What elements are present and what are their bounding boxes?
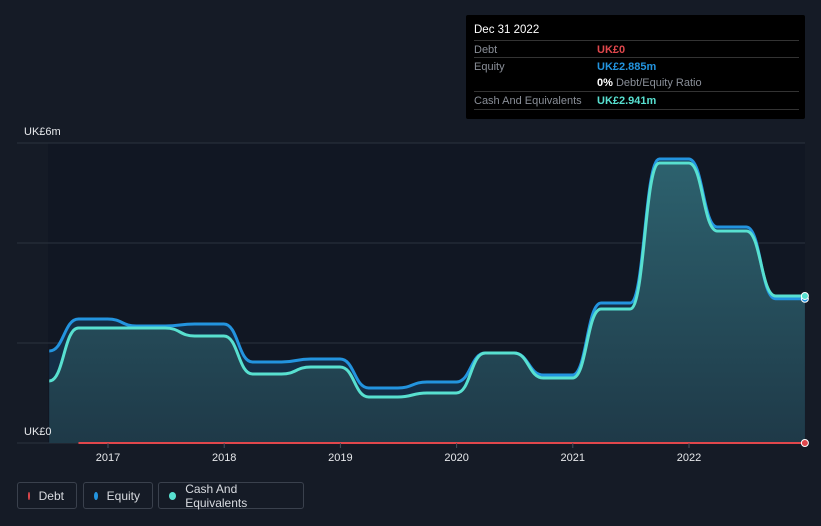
tooltip-debt-label: Debt: [474, 44, 498, 56]
ratio-value: 0%: [597, 77, 613, 89]
legend-cash[interactable]: Cash And Equivalents: [158, 481, 304, 510]
x-tick-label: 2020: [444, 452, 468, 464]
cash-end-marker: [800, 291, 809, 300]
tooltip-debt-value: UK£0: [597, 44, 626, 56]
tooltip-debt-row: Debt UK£0: [474, 40, 799, 58]
tooltip-date: Dec 31 2022: [474, 24, 540, 36]
legend-equity[interactable]: Equity: [83, 482, 153, 509]
tooltip-equity-row: Equity UK£2.885m: [474, 57, 799, 75]
cash-dot-icon: [169, 491, 177, 500]
y-axis-bottom-label: UK£0: [24, 426, 52, 438]
x-tick-label: 2017: [96, 452, 120, 464]
tooltip-ratio-row: 0% Debt/Equity Ratio: [474, 74, 799, 91]
x-tick-label: 2019: [328, 452, 352, 464]
tooltip-cash-row: Cash And Equivalents UK£2.941m: [474, 91, 799, 110]
tooltip-cash-label: Cash And Equivalents: [474, 95, 582, 107]
legend-debt[interactable]: Debt: [17, 482, 77, 509]
y-axis-top-label: UK£6m: [24, 126, 61, 138]
x-tick-label: 2018: [212, 452, 236, 464]
x-tick-label: 2021: [561, 452, 585, 464]
tooltip-equity-value: UK£2.885m: [597, 61, 657, 73]
tooltip-ratio: 0% Debt/Equity Ratio: [597, 77, 702, 89]
tooltip: Dec 31 2022 Debt UK£0 Equity UK£2.885m 0…: [466, 15, 805, 119]
tooltip-equity-label: Equity: [474, 61, 505, 73]
debt-dot-icon: [28, 491, 30, 500]
ratio-label: Debt/Equity Ratio: [615, 77, 702, 89]
legend-cash-label: Cash And Equivalents: [185, 481, 248, 510]
equity-dot-icon: [94, 491, 98, 500]
legend-debt-label: Debt: [38, 488, 64, 503]
legend-equity-label: Equity: [106, 488, 140, 503]
debt-end-marker: [800, 439, 809, 447]
x-tick-label: 2022: [677, 452, 701, 464]
tooltip-cash-value: UK£2.941m: [597, 95, 657, 107]
